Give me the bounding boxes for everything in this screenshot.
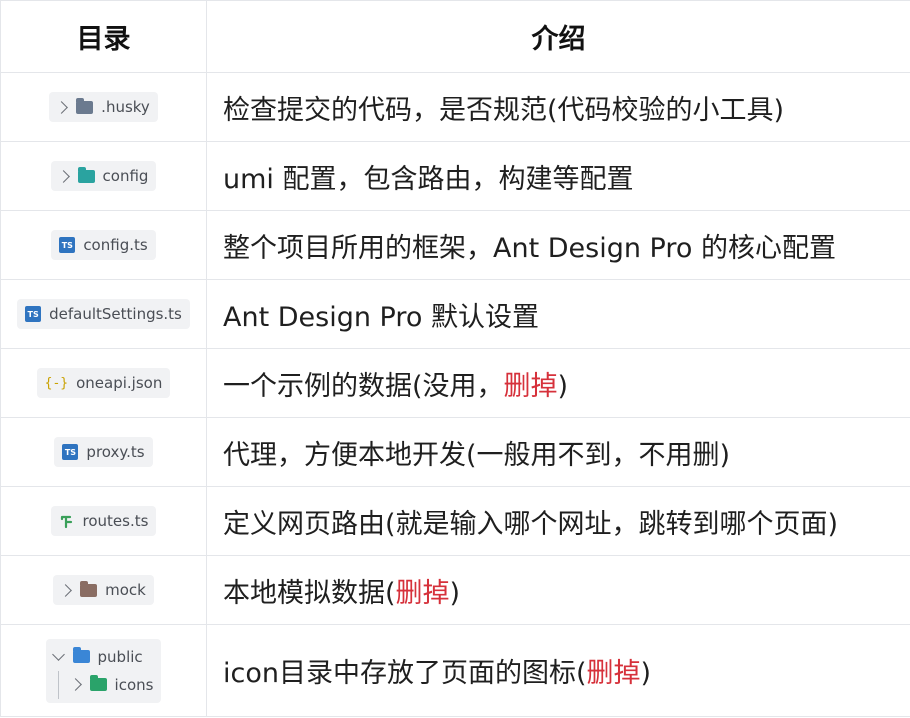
chevron-right-icon: [59, 583, 72, 597]
file-name: public: [97, 647, 143, 666]
chevron-right-icon: [68, 678, 82, 691]
table-row: mock 本地模拟数据(删掉): [0, 555, 910, 625]
json-icon: {-}: [44, 375, 69, 391]
description: icon目录中存放了页面的图标(删掉): [206, 624, 910, 717]
description: 检查提交的代码，是否规范(代码校验的小工具): [206, 72, 910, 142]
description: 整个项目所用的框架，Ant Design Pro 的核心配置: [206, 210, 910, 280]
description-text: ): [557, 370, 569, 402]
table-row: TS defaultSettings.ts Ant Design Pro 默认设…: [0, 279, 910, 349]
typescript-icon: TS: [25, 306, 42, 322]
folder-icon: [76, 97, 94, 114]
file-name: oneapi.json: [76, 374, 163, 392]
file-chip-default-settings: TS defaultSettings.ts: [17, 299, 190, 329]
header-row: 目录 介绍: [0, 0, 910, 73]
file-chip-config-ts: TS config.ts: [51, 230, 156, 260]
folder-icon: [80, 580, 98, 597]
file-name: proxy.ts: [86, 443, 145, 461]
delete-note: 删掉: [395, 577, 450, 609]
folder-icon: [77, 166, 95, 183]
table-row: public icons icon目录中存放了页面的图标(删掉): [0, 624, 910, 717]
file-chip-config: config: [50, 161, 157, 191]
delete-note: 删掉: [503, 370, 558, 402]
description-text: ): [640, 658, 652, 689]
file-chip-proxy: TS proxy.ts: [54, 437, 153, 467]
table-row: routes.ts 定义网页路由(就是输入哪个网址，跳转到哪个页面): [0, 486, 910, 556]
typescript-icon: TS: [59, 237, 76, 253]
header-dir: 目录: [0, 0, 207, 73]
table-row: {-} oneapi.json 一个示例的数据(没用，删掉): [0, 348, 910, 418]
description: umi 配置，包含路由，构建等配置: [206, 141, 910, 211]
file-name: routes.ts: [82, 512, 149, 530]
file-chip-routes: routes.ts: [50, 506, 157, 536]
description: 本地模拟数据(删掉): [206, 555, 910, 625]
table-row: TS config.ts 整个项目所用的框架，Ant Design Pro 的核…: [0, 210, 910, 280]
header-intro: 介绍: [206, 0, 910, 73]
file-chip-husky: .husky: [49, 92, 158, 122]
public-folder-line: public: [51, 643, 154, 671]
file-chip-mock: mock: [53, 575, 154, 605]
description-text: 一个示例的数据(没用，: [223, 370, 504, 402]
delete-note: 删掉: [586, 658, 641, 689]
file-chip-public: public icons: [45, 638, 162, 703]
description: 一个示例的数据(没用，删掉): [206, 348, 910, 418]
typescript-icon: TS: [62, 444, 79, 460]
file-name: mock: [105, 581, 146, 599]
table-row: .husky 检查提交的代码，是否规范(代码校验的小工具): [0, 72, 910, 142]
folder-icon: [89, 675, 107, 691]
file-name: defaultSettings.ts: [49, 305, 182, 323]
table-row: TS proxy.ts 代理，方便本地开发(一般用不到，不用删): [0, 417, 910, 487]
icons-folder-line: icons: [57, 670, 154, 699]
file-name: config: [102, 167, 149, 185]
description-text: ): [449, 577, 461, 609]
description: Ant Design Pro 默认设置: [206, 279, 910, 349]
file-name: config.ts: [83, 236, 148, 254]
description-text: 本地模拟数据(: [223, 577, 396, 609]
file-chip-oneapi: {-} oneapi.json: [36, 368, 171, 398]
description: 定义网页路由(就是输入哪个网址，跳转到哪个页面): [206, 486, 910, 556]
routes-icon: [60, 515, 72, 529]
chevron-down-icon: [51, 647, 65, 661]
description: 代理，方便本地开发(一般用不到，不用删): [206, 417, 910, 487]
directory-table: 目录 介绍 .husky 检查提交的代码，是否规范(代码校验的小工具) conf…: [0, 0, 910, 717]
file-name: .husky: [101, 98, 150, 116]
chevron-right-icon: [56, 169, 70, 183]
folder-open-icon: [72, 647, 90, 663]
description-text: icon目录中存放了页面的图标(: [223, 658, 587, 689]
chevron-right-icon: [55, 100, 69, 114]
table-row: config umi 配置，包含路由，构建等配置: [0, 141, 910, 211]
subfile-name: icons: [114, 675, 154, 694]
